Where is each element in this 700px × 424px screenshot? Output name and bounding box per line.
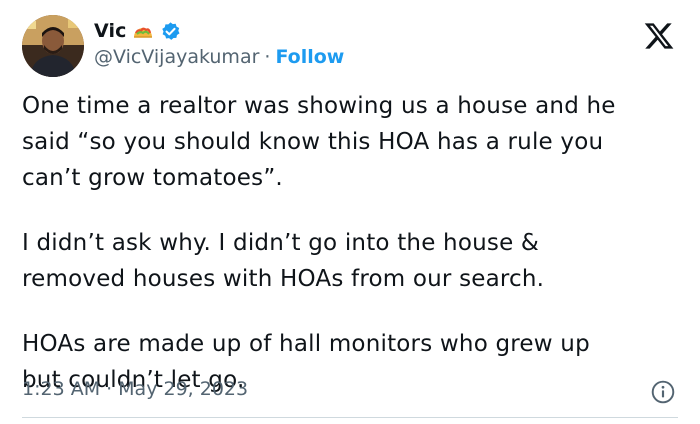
tweet-timestamp[interactable]: 1:23 AM · May 29, 2023 xyxy=(22,378,248,400)
divider xyxy=(22,417,678,418)
tweet-text: One time a realtor was showing us a hous… xyxy=(22,88,682,398)
handle-separator: · xyxy=(264,46,271,68)
author-info: Vic @VicVijayakumar · Follow xyxy=(94,18,344,70)
x-logo-icon[interactable] xyxy=(643,20,675,52)
avatar[interactable] xyxy=(22,15,84,77)
timestamp-separator: · xyxy=(106,378,113,400)
tweet-card: Vic @VicVijayakumar · Follow One time a … xyxy=(0,0,700,424)
tweet-header: Vic @VicVijayakumar · Follow xyxy=(22,14,344,78)
follow-button[interactable]: Follow xyxy=(275,46,344,68)
tweet-paragraph-1: One time a realtor was showing us a hous… xyxy=(22,93,616,191)
handle-row: @VicVijayakumar · Follow xyxy=(94,44,344,70)
taco-icon xyxy=(132,22,154,40)
tweet-time[interactable]: 1:23 AM xyxy=(22,378,100,400)
name-row: Vic xyxy=(94,18,344,44)
handle[interactable]: @VicVijayakumar xyxy=(94,46,259,68)
info-icon[interactable] xyxy=(650,379,676,405)
verified-badge-icon xyxy=(160,21,181,42)
tweet-paragraph-2: I didn’t ask why. I didn’t go into the h… xyxy=(22,230,545,292)
tweet-date[interactable]: May 29, 2023 xyxy=(118,378,248,400)
display-name[interactable]: Vic xyxy=(94,20,126,42)
